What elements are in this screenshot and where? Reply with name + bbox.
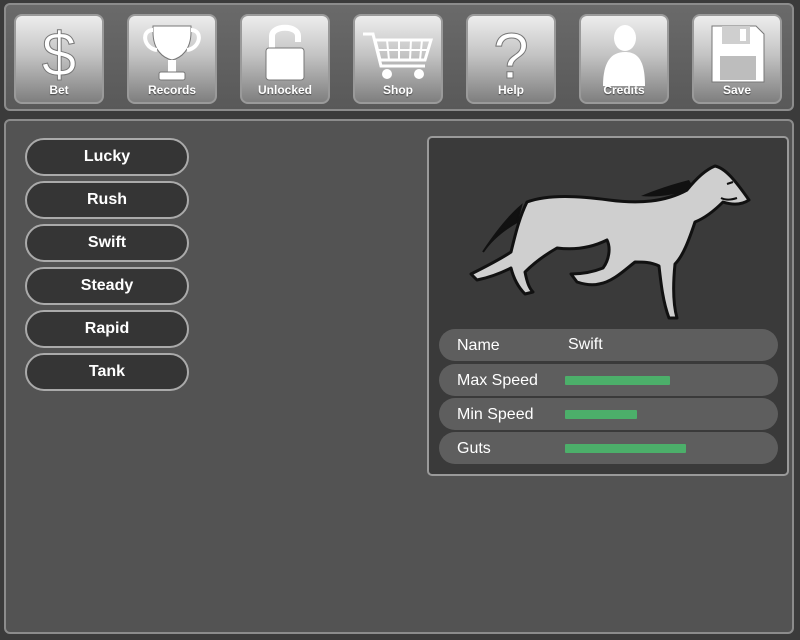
dog-item-steady[interactable]: Steady <box>25 267 189 305</box>
records-button[interactable]: Records <box>127 14 217 104</box>
name-value: Swift <box>568 336 603 353</box>
dollar-icon: $ <box>16 20 102 87</box>
greyhound-image <box>469 164 751 320</box>
min-speed-bar <box>565 410 637 419</box>
lock-icon <box>242 20 328 86</box>
dog-detail-panel: Name Swift Max Speed Min Speed Guts <box>427 136 789 476</box>
unlocked-label: Unlocked <box>257 83 312 97</box>
max-speed-label: Max Speed <box>457 372 538 389</box>
dog-item-swift[interactable]: Swift <box>25 224 189 262</box>
shop-label: Shop <box>383 83 413 97</box>
save-button[interactable]: Save <box>692 14 782 104</box>
top-toolbar: $ Bet Records Unlocked Shop ? Help Credi… <box>4 3 794 111</box>
credits-label: Credits <box>603 83 645 97</box>
dog-list: Lucky Rush Swift Steady Rapid Tank <box>25 138 189 396</box>
credits-button[interactable]: Credits <box>579 14 669 104</box>
dog-item-rush[interactable]: Rush <box>25 181 189 219</box>
svg-text:$: $ <box>42 21 76 86</box>
guts-bar <box>565 444 686 453</box>
shop-button[interactable]: Shop <box>353 14 443 104</box>
help-button[interactable]: ? Help <box>466 14 556 104</box>
min-speed-row: Min Speed <box>439 398 778 430</box>
trophy-icon <box>129 20 215 86</box>
name-label: Name <box>457 337 500 354</box>
bet-button[interactable]: $ Bet <box>14 14 104 104</box>
person-icon <box>581 20 667 86</box>
min-speed-label: Min Speed <box>457 406 534 423</box>
guts-row: Guts <box>439 432 778 464</box>
game-screen: $ Bet Records Unlocked Shop ? Help Credi… <box>0 0 800 640</box>
max-speed-bar <box>565 376 670 385</box>
help-label: Help <box>497 83 524 97</box>
unlocked-button[interactable]: Unlocked <box>240 14 330 104</box>
main-panel: Lucky Rush Swift Steady Rapid Tank Name <box>4 119 794 634</box>
guts-label: Guts <box>457 440 491 457</box>
svg-text:?: ? <box>493 20 529 86</box>
save-label: Save <box>722 83 752 97</box>
question-icon: ? <box>468 20 554 86</box>
dog-item-lucky[interactable]: Lucky <box>25 138 189 176</box>
max-speed-row: Max Speed <box>439 364 778 396</box>
cart-icon <box>355 20 441 86</box>
floppy-disk-icon <box>694 20 780 86</box>
bet-label: Bet <box>49 83 69 97</box>
dog-item-rapid[interactable]: Rapid <box>25 310 189 348</box>
dog-item-tank[interactable]: Tank <box>25 353 189 391</box>
records-label: Records <box>147 83 197 97</box>
name-row: Name Swift <box>439 329 778 361</box>
